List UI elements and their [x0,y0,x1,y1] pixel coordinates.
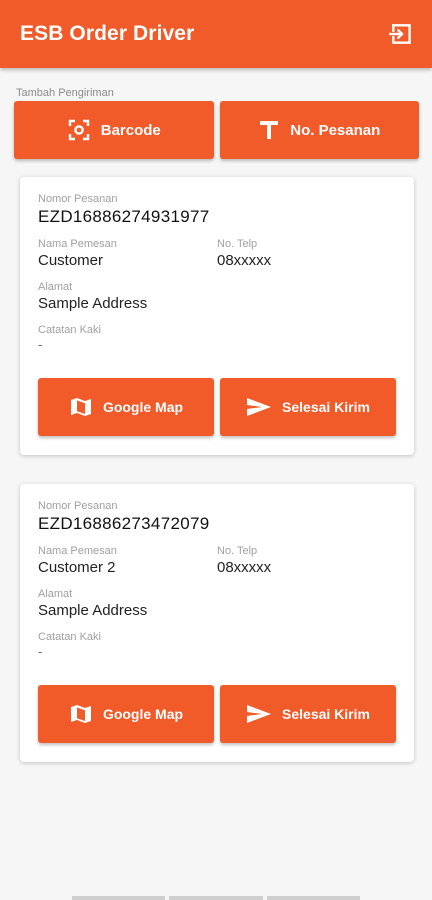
customer-name-label: Nama Pemesan [38,545,117,557]
send-icon [246,702,272,726]
order-card: Nomor Pesanan EZD16886274931977 Nama Pem… [20,177,414,455]
phone-label: No. Telp [217,545,258,557]
app-title: ESB Order Driver [20,22,195,45]
order-number-button[interactable]: No. Pesanan [219,101,419,159]
barcode-scan-icon [67,118,91,142]
customer-name-value: Customer 2 [38,559,116,576]
note-label: Catatan Kaki [38,324,101,336]
finish-delivery-button[interactable]: Selesai Kirim [220,378,396,436]
address-value: Sample Address [38,602,148,619]
google-map-label: Google Map [102,706,184,722]
send-icon [246,395,272,419]
logout-icon [389,21,415,47]
map-icon [69,395,93,419]
bottom-nav-edge [72,896,360,900]
phone-value: 08xxxxx [217,252,272,269]
finish-delivery-label: Selesai Kirim [282,706,370,722]
google-map-label: Google Map [102,399,184,415]
order-number-label: Nomor Pesanan [38,193,118,205]
finish-delivery-label: Selesai Kirim [282,399,370,415]
note-value: - [38,644,43,659]
bottom-nav-segment [72,896,166,900]
order-number-value: EZD16886273472079 [38,514,210,533]
google-map-button[interactable]: Google Map [38,378,214,436]
note-value: - [38,337,43,352]
barcode-button-label: Barcode [100,121,161,139]
finish-delivery-button[interactable]: Selesai Kirim [220,685,396,743]
text-t-icon [258,118,280,142]
address-label: Alamat [38,588,73,600]
bottom-nav-segment [169,896,263,900]
address-label: Alamat [38,281,73,293]
order-card-actions: Google Map Selesai Kirim [38,685,396,743]
address-value: Sample Address [38,295,148,312]
add-shipment-actions: Barcode No. Pesanan [14,101,419,159]
order-number-button-label: No. Pesanan [290,121,381,139]
google-map-button[interactable]: Google Map [38,685,214,743]
phone-label: No. Telp [217,238,258,250]
note-label: Catatan Kaki [38,631,101,643]
order-card: Nomor Pesanan EZD16886273472079 Nama Pem… [20,484,414,762]
bottom-nav-segment [266,896,360,900]
order-card-actions: Google Map Selesai Kirim [38,378,396,436]
customer-name-value: Customer [38,252,104,269]
order-number-value: EZD16886274931977 [38,207,210,226]
phone-value: 08xxxxx [217,559,272,576]
add-shipment-label: Tambah Pengiriman [16,87,114,99]
order-number-label: Nomor Pesanan [38,500,118,512]
app-bar: ESB Order Driver [0,0,432,68]
logout-button[interactable] [388,20,416,48]
barcode-button[interactable]: Barcode [14,101,214,159]
map-icon [69,702,93,726]
customer-name-label: Nama Pemesan [38,238,117,250]
